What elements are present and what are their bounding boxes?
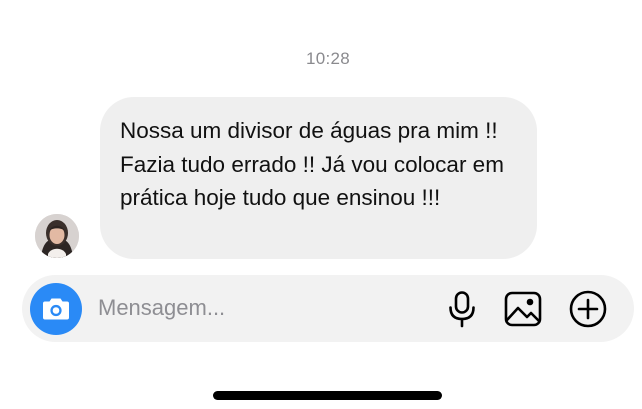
microphone-icon	[449, 291, 475, 328]
sender-avatar[interactable]	[35, 214, 79, 258]
image-icon	[504, 291, 542, 327]
camera-icon	[43, 298, 69, 320]
message-composer	[22, 275, 634, 342]
voice-message-button[interactable]	[442, 289, 482, 329]
message-input[interactable]	[98, 287, 428, 329]
message-timestamp: 10:28	[305, 49, 351, 68]
message-bubble[interactable]: Nossa um divisor de águas pra mim !! Faz…	[100, 97, 537, 259]
more-options-button[interactable]	[568, 289, 608, 329]
home-indicator[interactable]	[213, 391, 442, 400]
camera-button[interactable]	[30, 283, 82, 335]
avatar-photo	[35, 214, 79, 258]
plus-circle-icon	[569, 290, 607, 328]
gallery-button[interactable]	[503, 289, 543, 329]
